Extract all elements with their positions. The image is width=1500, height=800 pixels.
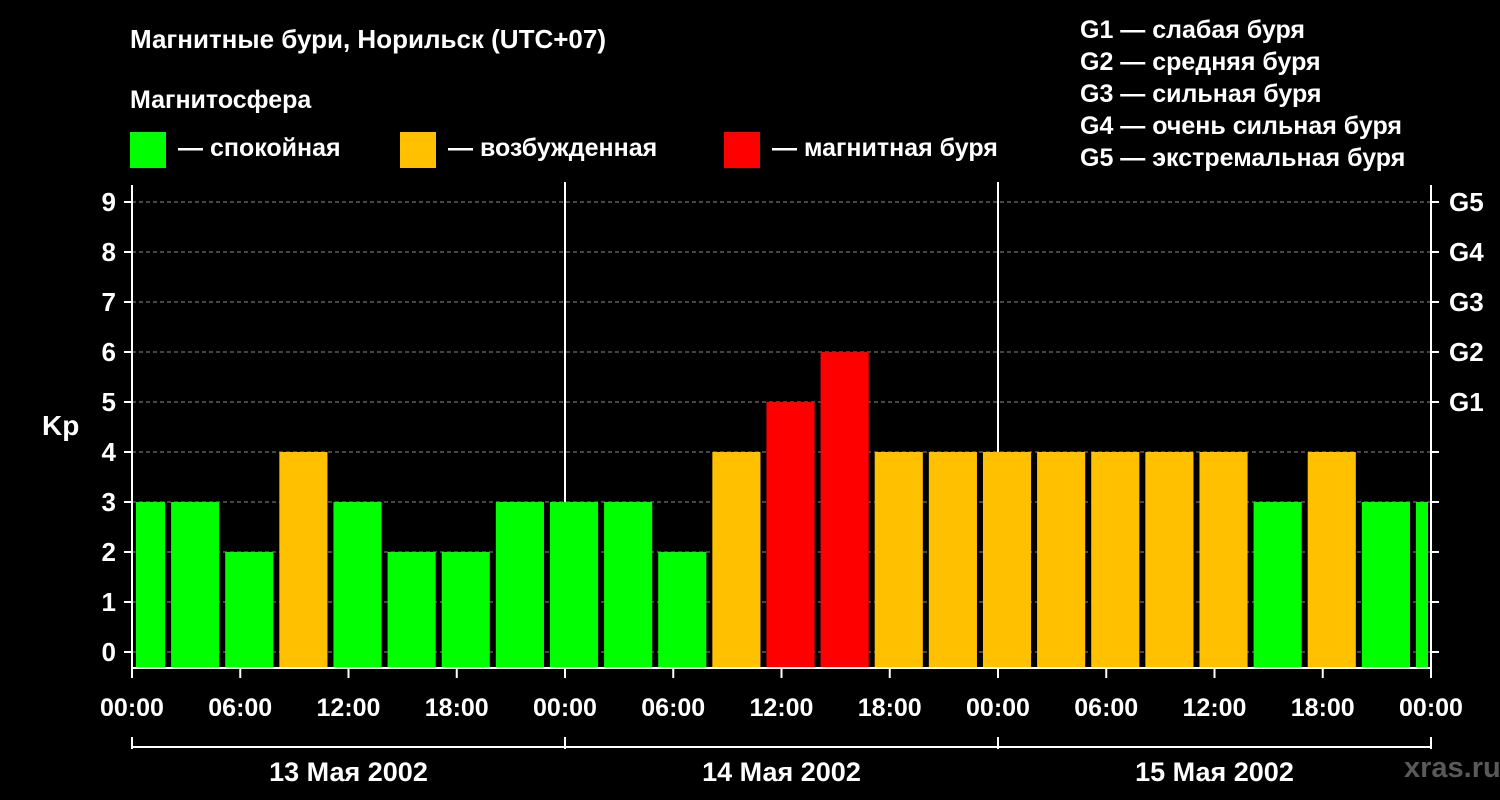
x-tick-label: 00:00 [100, 694, 164, 722]
kp-bar [712, 452, 761, 668]
kp-bar [1091, 452, 1140, 668]
kp-bar [982, 452, 1032, 668]
x-tick-label: 12:00 [317, 694, 381, 722]
kp-bar [279, 452, 328, 668]
kp-bar [928, 452, 977, 668]
g-level-tick-label: G2 [1449, 337, 1484, 367]
x-tick-label: 06:00 [641, 694, 705, 722]
y-tick-label: 0 [102, 637, 116, 667]
kp-bar [820, 352, 869, 668]
kp-bar [766, 402, 815, 668]
kp-bar [387, 552, 436, 668]
kp-bar [874, 452, 923, 668]
y-tick-label: 2 [102, 537, 116, 567]
x-tick-label: 00:00 [533, 694, 597, 722]
kp-bar [1199, 452, 1248, 668]
x-tick-label: 00:00 [966, 694, 1030, 722]
kp-chart: 0 1 2 3 4 5 6 7 8 9 G1 G2 G3 G4 G5 00:00 06:00 12:00 18:00… [100, 182, 1484, 787]
kp-bar [333, 502, 382, 668]
kp-bar [1307, 452, 1356, 668]
y-tick-label: 5 [102, 387, 116, 417]
x-tick-label: 12:00 [1183, 694, 1247, 722]
day-label: 14 Мая 2002 [702, 757, 861, 787]
day-label: 13 Мая 2002 [269, 757, 428, 787]
kp-bar [225, 552, 274, 668]
x-tick-label: 18:00 [1291, 694, 1355, 722]
kp-bar [1253, 502, 1302, 668]
kp-bar [1361, 502, 1410, 668]
kp-bar [1037, 452, 1086, 668]
x-tick-label: 00:00 [1399, 694, 1463, 722]
kp-bar [549, 502, 599, 668]
x-tick-label: 18:00 [858, 694, 922, 722]
kp-bar [171, 502, 220, 668]
g-level-tick-label: G3 [1449, 287, 1484, 317]
kp-bar [604, 502, 653, 668]
y-tick-label: 9 [102, 187, 116, 217]
x-tick-label: 06:00 [208, 694, 272, 722]
y-tick-label: 1 [102, 587, 116, 617]
g-level-tick-label: G5 [1449, 187, 1484, 217]
g-level-tick-label: G4 [1449, 237, 1484, 267]
y-tick-label: 8 [102, 237, 116, 267]
y-tick-label: 7 [102, 287, 116, 317]
kp-bar [1145, 452, 1194, 668]
x-tick-label: 18:00 [425, 694, 489, 722]
kp-bar [441, 552, 490, 668]
kp-bar [136, 502, 166, 668]
kp-bar [1415, 502, 1428, 668]
kp-bar [495, 502, 544, 668]
g-level-tick-label: G1 [1449, 387, 1484, 417]
y-tick-label: 4 [102, 437, 117, 467]
y-tick-label: 6 [102, 337, 116, 367]
day-label: 15 Мая 2002 [1135, 757, 1294, 787]
x-tick-label: 06:00 [1074, 694, 1138, 722]
x-tick-label: 12:00 [750, 694, 814, 722]
y-tick-label: 3 [102, 487, 116, 517]
kp-bar [658, 552, 707, 668]
